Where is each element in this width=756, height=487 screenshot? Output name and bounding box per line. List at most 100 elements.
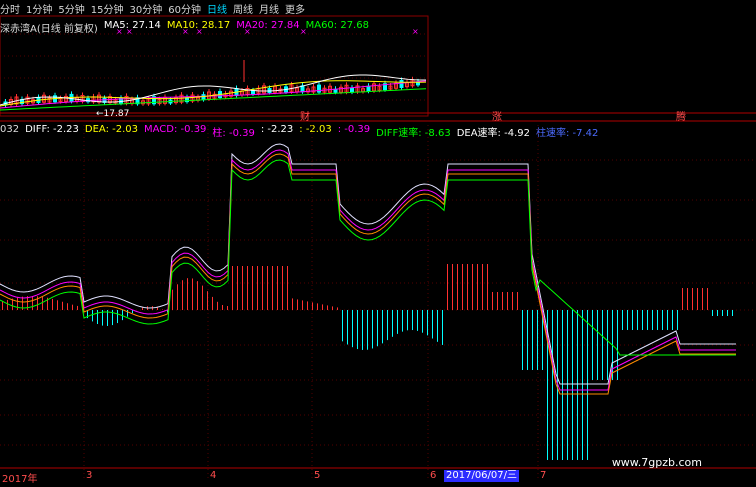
macd-bar-182 <box>182 280 183 310</box>
macd-bar-372 <box>372 310 373 349</box>
macd-bar-437 <box>437 310 438 342</box>
macd-bar-647 <box>647 310 648 330</box>
macd-bar-532 <box>532 310 533 370</box>
macd-bar-527 <box>527 310 528 370</box>
macd-bar-707 <box>707 288 708 310</box>
ma5-line <box>0 74 427 106</box>
macd-bar-327 <box>327 305 328 310</box>
macd-bar-537 <box>537 310 538 370</box>
macd-bar-597 <box>597 310 598 380</box>
chart-canvas[interactable]: ←17.87 财涨腾× × × × × × × <box>0 0 756 487</box>
dea-line <box>0 153 736 395</box>
macd-bar-512 <box>512 292 513 310</box>
macd-bar-502 <box>502 292 503 310</box>
macd-bar-192 <box>192 278 193 310</box>
macd-bar-387 <box>387 310 388 341</box>
macd-bar-222 <box>222 305 223 310</box>
macd-bar-377 <box>377 310 378 347</box>
x-marker-4: × <box>244 27 251 36</box>
macd-bar-422 <box>422 310 423 333</box>
macd-bar-32 <box>32 296 33 310</box>
macd-bar-342 <box>342 310 343 342</box>
macd-bar-607 <box>607 310 608 380</box>
macd-bar-492 <box>492 292 493 310</box>
macd-bar-632 <box>632 310 633 330</box>
macd-bar-477 <box>477 264 478 310</box>
macd-bar-362 <box>362 310 363 350</box>
macd-bar-507 <box>507 292 508 310</box>
macd-bar-672 <box>672 310 673 330</box>
macd-bar-277 <box>277 266 278 310</box>
macd-bar-552 <box>552 310 553 460</box>
macd-bar-582 <box>582 310 583 460</box>
candle-body-72 <box>399 79 404 88</box>
macd-bar-382 <box>382 310 383 344</box>
macd-bar-617 <box>617 310 618 380</box>
macd-bar-62 <box>62 301 63 310</box>
macd-bar-307 <box>307 301 308 310</box>
macd-bar-572 <box>572 310 573 460</box>
macd-bar-407 <box>407 310 408 331</box>
macd-bar-242 <box>242 266 243 310</box>
macd-bar-692 <box>692 288 693 310</box>
macd-bar-452 <box>452 264 453 310</box>
macd-bar-127 <box>127 310 128 317</box>
macd-bar-472 <box>472 264 473 310</box>
macd-bar-332 <box>332 306 333 310</box>
date-label-1: 3 <box>86 470 93 481</box>
macd-bar-162 <box>162 309 163 310</box>
macd-bar-457 <box>457 264 458 310</box>
x-marker-0: × <box>116 27 123 36</box>
x-marker-5: × <box>300 27 307 36</box>
macd-bar-487 <box>487 264 488 310</box>
macd-bar-252 <box>252 266 253 310</box>
macd-bar-397 <box>397 310 398 334</box>
macd-bar-427 <box>427 310 428 336</box>
macd-bar-207 <box>207 291 208 310</box>
macd-bar-177 <box>177 284 178 310</box>
macd-bar-232 <box>232 266 233 310</box>
macd-bar-312 <box>312 302 313 310</box>
macd-bar-257 <box>257 266 258 310</box>
macd-bar-217 <box>217 301 218 310</box>
macd-line <box>0 149 736 391</box>
macd-bar-97 <box>97 310 98 325</box>
macd-bar-432 <box>432 310 433 339</box>
macd-bar-322 <box>322 304 323 310</box>
macd-bar-592 <box>592 310 593 380</box>
event-marker-2: 腾 <box>676 110 686 123</box>
date-axis: 2017/06/07/三 2017年 3 4 5 6 7 <box>0 470 756 485</box>
macd-bar-77 <box>77 305 78 310</box>
macd-bar-702 <box>702 288 703 310</box>
event-marker-1: 涨 <box>492 111 502 123</box>
macd-bar-42 <box>42 296 43 310</box>
macd-bar-567 <box>567 310 568 460</box>
macd-bar-297 <box>297 299 298 310</box>
macd-bar-642 <box>642 310 643 330</box>
macd-bar-562 <box>562 310 563 460</box>
date-label-5: 7 <box>540 470 547 481</box>
macd-bar-57 <box>57 300 58 310</box>
macd-bar-732 <box>732 310 733 316</box>
macd-bar-577 <box>577 310 578 460</box>
macd-bar-712 <box>712 310 713 316</box>
date-label-4: 6 <box>430 470 437 481</box>
macd-bar-622 <box>622 310 623 330</box>
macd-bar-367 <box>367 310 368 350</box>
macd-bar-17 <box>17 297 18 310</box>
macd-bar-337 <box>337 307 338 310</box>
macd-bar-442 <box>442 310 443 345</box>
macd-bar-187 <box>187 278 188 310</box>
macd-bar-2 <box>2 301 3 310</box>
macd-bar-602 <box>602 310 603 380</box>
ma60-line <box>0 88 427 111</box>
macd-bar-697 <box>697 288 698 310</box>
macd-bar-317 <box>317 303 318 310</box>
x-marker-2: × <box>182 27 189 36</box>
watermark-text: www.7gpzb.com <box>611 456 702 469</box>
macd-bar-357 <box>357 310 358 350</box>
macd-bar-652 <box>652 310 653 330</box>
macd-bar-417 <box>417 310 418 331</box>
macd-bar-392 <box>392 310 393 337</box>
macd-bar-682 <box>682 288 683 310</box>
